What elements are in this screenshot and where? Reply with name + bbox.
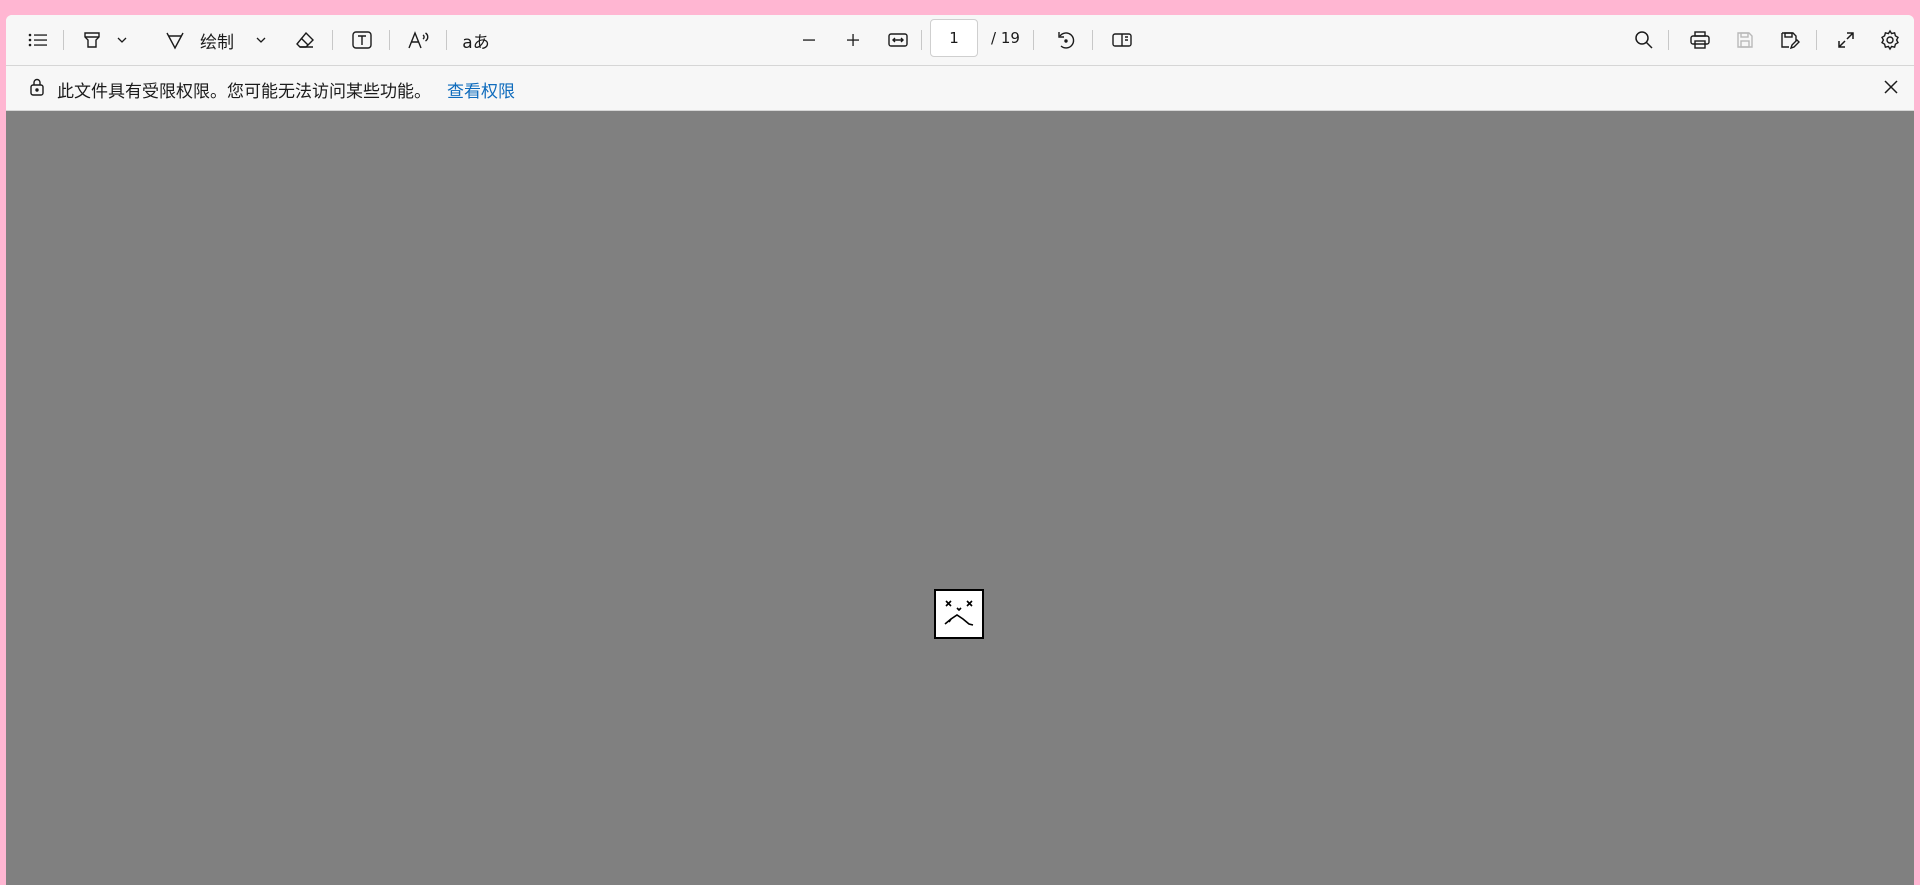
print-icon — [1689, 30, 1711, 50]
toolbar-separator — [1092, 30, 1093, 50]
read-aloud-icon — [407, 30, 431, 50]
fit-width-button[interactable] — [880, 23, 916, 57]
page-view-button[interactable] — [1104, 23, 1140, 57]
settings-button[interactable] — [1872, 23, 1908, 57]
fit-width-icon — [887, 31, 909, 49]
page-number-input[interactable] — [930, 19, 978, 57]
text-box-icon — [351, 30, 373, 50]
highlight-button[interactable] — [74, 23, 110, 57]
rotate-icon — [1055, 29, 1077, 51]
rotate-button[interactable] — [1048, 23, 1084, 57]
close-icon — [1882, 78, 1900, 96]
toolbar-separator — [332, 30, 333, 50]
view-permissions-link[interactable]: 查看权限 — [447, 77, 515, 102]
list-icon — [27, 31, 49, 49]
document-viewport[interactable] — [6, 111, 1914, 885]
close-banner-button[interactable] — [1874, 70, 1908, 104]
toolbar-separator — [389, 30, 390, 50]
text-button[interactable] — [344, 23, 380, 57]
gear-icon — [1879, 29, 1901, 51]
print-button[interactable] — [1682, 23, 1718, 57]
erase-button[interactable] — [287, 23, 323, 57]
plus-icon — [845, 32, 861, 48]
eraser-icon — [294, 30, 316, 50]
fullscreen-button[interactable] — [1828, 23, 1864, 57]
translate-label: aあ — [462, 32, 490, 53]
draw-label: 绘制 — [200, 32, 234, 53]
pdf-viewer-window: 绘制 aあ 1 / 19 此文件具有受限权限。您可能无法访问某些功能。 查看权限 — [6, 15, 1914, 885]
save-button[interactable] — [1727, 23, 1763, 57]
chevron-down-icon — [116, 36, 128, 44]
save-icon — [1735, 30, 1755, 50]
page-total: / 19 — [991, 29, 1020, 47]
draw-options-button[interactable] — [251, 23, 271, 57]
toolbar-separator — [446, 30, 447, 50]
page-view-icon — [1111, 31, 1133, 49]
expand-icon — [1836, 30, 1856, 50]
contents-button[interactable] — [20, 23, 56, 57]
zoom-out-button[interactable] — [791, 23, 827, 57]
toolbar-separator — [1033, 30, 1034, 50]
highlighter-icon — [82, 30, 102, 50]
toolbar: 绘制 aあ 1 / 19 — [6, 15, 1914, 66]
highlight-options-button[interactable] — [112, 23, 132, 57]
pen-icon — [164, 30, 186, 50]
search-button[interactable] — [1626, 23, 1662, 57]
search-icon — [1634, 30, 1654, 50]
read-aloud-button[interactable] — [401, 23, 437, 57]
permissions-banner: 此文件具有受限权限。您可能无法访问某些功能。 查看权限 — [6, 66, 1914, 111]
minus-icon — [801, 32, 817, 48]
toolbar-separator — [921, 30, 922, 50]
banner-message: 此文件具有受限权限。您可能无法访问某些功能。 — [57, 82, 431, 102]
toolbar-separator — [63, 30, 64, 50]
save-as-icon — [1779, 30, 1801, 50]
draw-button[interactable]: 绘制 — [156, 23, 250, 57]
lock-icon — [28, 77, 46, 101]
save-as-button[interactable] — [1772, 23, 1808, 57]
broken-image-icon — [934, 589, 984, 639]
zoom-in-button[interactable] — [835, 23, 871, 57]
toolbar-separator — [1816, 30, 1817, 50]
translate-button[interactable]: aあ — [456, 23, 496, 57]
chevron-down-icon — [255, 36, 267, 44]
toolbar-separator — [1668, 30, 1669, 50]
